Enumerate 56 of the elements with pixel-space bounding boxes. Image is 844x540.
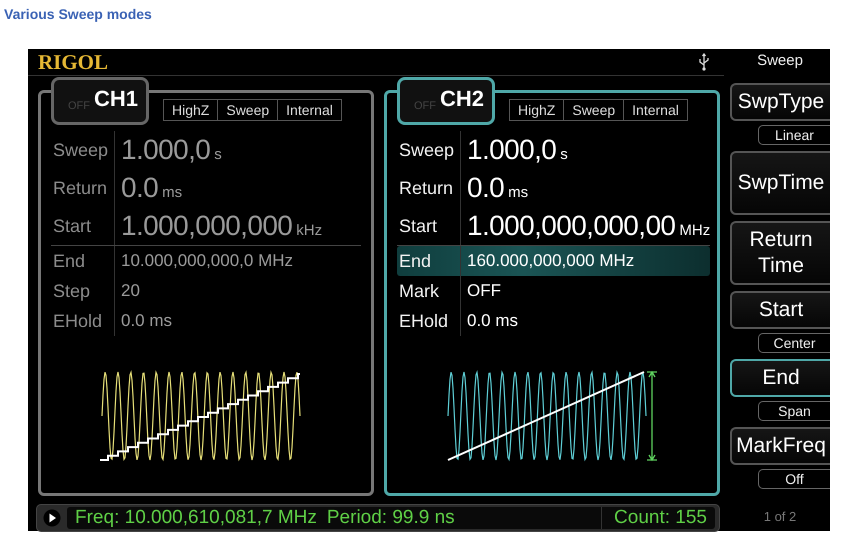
menu-key[interactable]: SwpType (730, 83, 830, 121)
param-label: Sweep (51, 131, 115, 169)
period-readout: Period: 99.9 ns (326, 507, 455, 529)
mode-tag: Internal (624, 100, 687, 120)
unit-label: s (560, 146, 568, 163)
param-label: End (51, 246, 115, 276)
unit-label: kHz (296, 222, 322, 239)
mode-tag: Sweep (218, 100, 278, 120)
param-label: Step (51, 276, 115, 306)
unit-label: s (214, 146, 222, 163)
option-key[interactable]: Off (758, 469, 830, 489)
param-value: OFF (466, 280, 502, 302)
unit-label: ms (162, 184, 182, 201)
unit-label: ms (508, 184, 528, 201)
option-key[interactable]: Linear (758, 125, 830, 145)
channel-name: CH1 (94, 86, 138, 112)
param-value: 1.000,0 (121, 133, 210, 167)
param-value: 0.0 ms (466, 310, 520, 332)
param-value: 20 (120, 280, 141, 302)
param-label: End (397, 246, 461, 276)
param-value: 160.000,000,000 MHz (466, 250, 636, 272)
param-value: 1.000,000,000,00 (467, 209, 676, 243)
menu-key[interactable]: Start (730, 291, 830, 329)
mode-tag: Sweep (564, 100, 624, 120)
page-heading: Various Sweep modes (3, 5, 153, 24)
param-label: Mark (397, 276, 461, 306)
param-value: 1.000,0 (467, 133, 556, 167)
param-value: 0.0 ms (120, 310, 174, 332)
mode-tag: HighZ (164, 100, 218, 120)
menu-title: Sweep (756, 51, 804, 71)
mode-tag: Internal (278, 100, 341, 120)
param-value: 1.000,000,000 (121, 209, 292, 243)
count-readout: Count: 155 (601, 507, 707, 529)
frequency-readout: Freq: 10.000,610,081,7 MHz (75, 507, 317, 529)
param-label: Return (51, 169, 115, 207)
menu-key[interactable]: End (730, 359, 830, 397)
param-label: Sweep (397, 131, 461, 169)
menu-key[interactable]: MarkFreq (730, 427, 830, 465)
param-value: 0.0 (121, 171, 158, 205)
unit-label: MHz (679, 222, 710, 239)
param-label: Return (397, 169, 461, 207)
brand-logo: RIGOL (38, 50, 108, 74)
param-label: Start (51, 207, 115, 245)
menu-key[interactable]: Return Time (730, 221, 830, 285)
mode-tag: HighZ (510, 100, 564, 120)
param-label: EHold (397, 306, 461, 336)
option-key[interactable]: Span (758, 401, 830, 421)
param-label: EHold (51, 306, 115, 336)
param-label: Start (397, 207, 461, 245)
option-key[interactable]: Center (758, 333, 830, 353)
page-indicator: 1 of 2 (762, 509, 798, 526)
highlighted-row[interactable]: End 160.000,000,000 MHz (397, 246, 710, 276)
param-value: 10.000,000,000,0 MHz (120, 250, 294, 272)
channel-name: CH2 (440, 86, 484, 112)
menu-key[interactable]: SwpTime (730, 151, 830, 215)
param-value: 0.0 (467, 171, 504, 205)
